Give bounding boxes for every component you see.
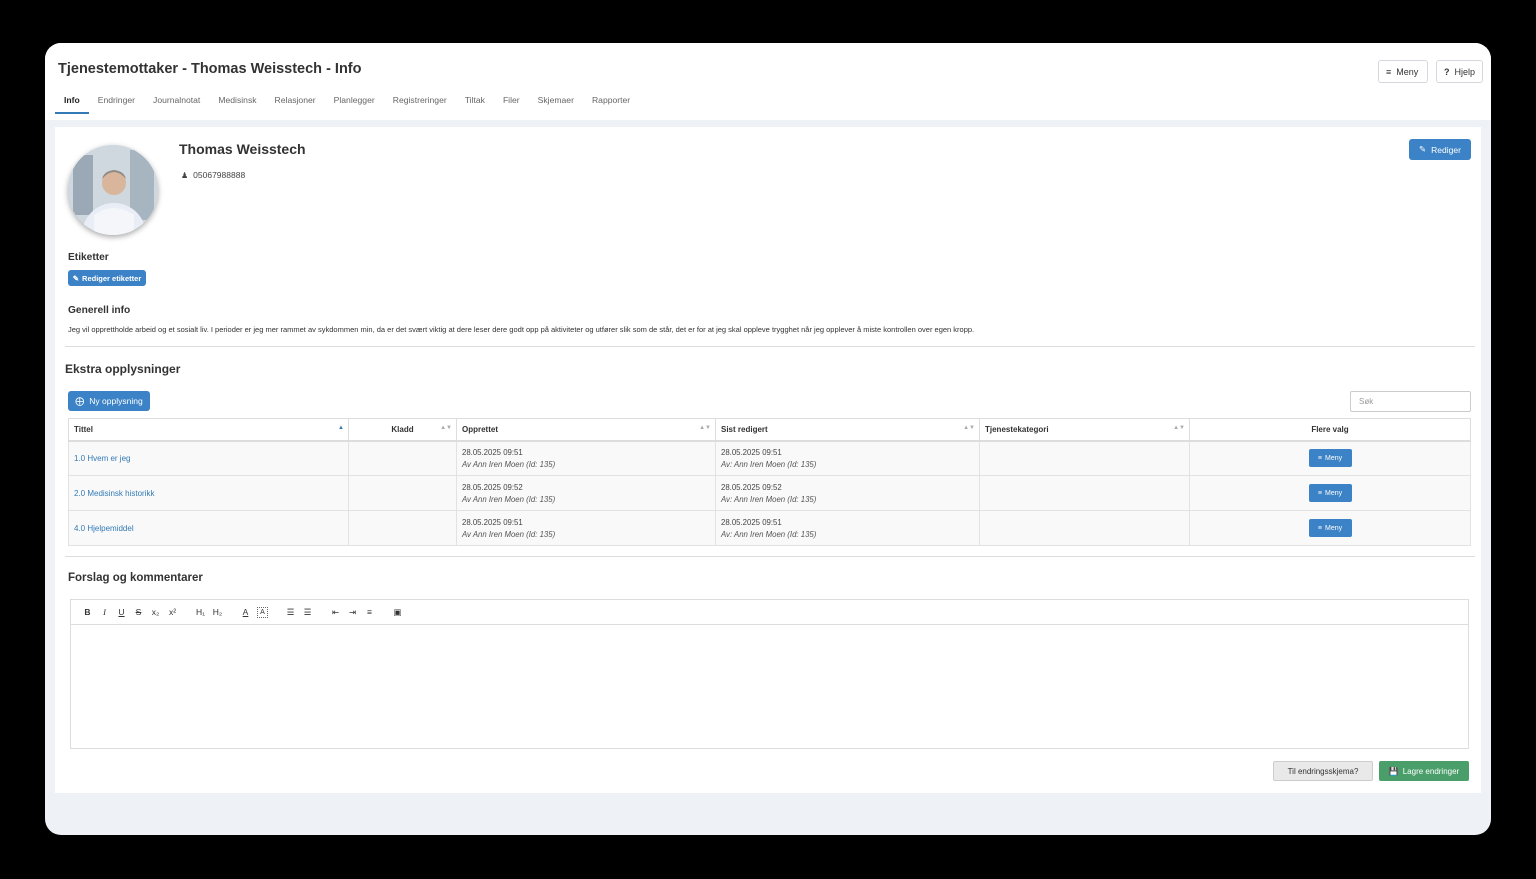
sort-icon: ▲▼: [699, 425, 711, 431]
new-info-button[interactable]: ⨁ Ny opplysning: [68, 391, 150, 411]
avatar: [68, 145, 158, 235]
client-name: Thomas Weisstech: [179, 141, 306, 157]
page-header: Tjenestemottaker - Thomas Weisstech - In…: [45, 43, 1491, 120]
table-row: 2.0 Medisinsk historikk 28.05.2025 09:52…: [68, 475, 1471, 511]
underline-button[interactable]: U: [113, 607, 130, 617]
divider: [65, 346, 1475, 347]
image-icon[interactable]: ▣: [389, 607, 406, 618]
tab-journalnotat[interactable]: Journalnotat: [144, 92, 209, 114]
tags-title: Etiketter: [68, 252, 109, 263]
category-cell: [979, 440, 1190, 476]
tab-registreringer[interactable]: Registreringer: [384, 92, 456, 114]
app-window: Tjenestemottaker - Thomas Weisstech - In…: [45, 43, 1491, 835]
italic-button[interactable]: I: [96, 607, 113, 617]
plus-circle-icon: ⨁: [75, 395, 85, 406]
draft-cell: [348, 475, 457, 511]
row-menu-button[interactable]: ≡ Meny: [1308, 449, 1352, 468]
sort-icon: ▲▼: [440, 425, 452, 431]
highlight-button[interactable]: A: [257, 606, 268, 618]
draft-cell: [348, 440, 457, 476]
floppy-icon: 💾: [1388, 766, 1399, 776]
column-header-created[interactable]: Opprettet ▲▼: [456, 418, 716, 442]
tab-planlegger[interactable]: Planlegger: [325, 92, 384, 114]
category-cell: [979, 510, 1190, 546]
phone-row: ♟ 05067988888: [181, 170, 245, 180]
user-icon: ♟: [181, 170, 189, 180]
tab-bar: Info Endringer Journalnotat Medisinsk Re…: [55, 92, 639, 114]
menu-button[interactable]: ≡ Meny: [1378, 60, 1428, 83]
change-schema-button[interactable]: Til endringsskjema?: [1273, 761, 1373, 781]
search-input[interactable]: Søk: [1350, 391, 1471, 412]
editor-textarea[interactable]: [71, 625, 1468, 748]
general-info-title: Generell info: [68, 305, 131, 316]
table-row: 4.0 Hjelpemiddel 28.05.2025 09:51 Av Ann …: [68, 510, 1471, 546]
tab-rapporter[interactable]: Rapporter: [583, 92, 639, 114]
tab-info[interactable]: Info: [55, 92, 89, 114]
tab-tiltak[interactable]: Tiltak: [456, 92, 494, 114]
edit-icon: ✎: [1419, 144, 1427, 154]
align-icon[interactable]: ≡: [361, 607, 378, 617]
draft-cell: [348, 510, 457, 546]
hamburger-icon: ≡: [1317, 489, 1322, 497]
column-header-draft[interactable]: Kladd ▲▼: [348, 418, 457, 442]
bold-button[interactable]: B: [79, 607, 96, 617]
column-header-options: Flere valg: [1189, 418, 1471, 442]
edit-profile-button[interactable]: ✎ Rediger: [1409, 139, 1471, 160]
row-menu-button[interactable]: ≡ Meny: [1308, 484, 1352, 502]
extra-info-table: Tittel ▲ Kladd ▲▼ Opprettet ▲▼ Sist rediger…: [68, 418, 1471, 546]
tab-relasjoner[interactable]: Relasjoner: [266, 92, 325, 114]
category-cell: [979, 475, 1190, 511]
ordered-list-icon[interactable]: ☰: [282, 607, 299, 618]
column-header-category[interactable]: Tjenestekategori ▲▼: [979, 418, 1190, 442]
tab-skjemaer[interactable]: Skjemaer: [529, 92, 583, 114]
hamburger-icon: ≡: [1317, 524, 1322, 532]
info-panel: Thomas Weisstech ♟ 05067988888 ✎ Rediger…: [55, 127, 1481, 793]
sort-icon: ▲▼: [963, 425, 975, 431]
heading1-button[interactable]: H₁: [192, 607, 209, 617]
question-icon: ?: [1444, 66, 1450, 77]
tab-endringer[interactable]: Endringer: [89, 92, 144, 114]
sort-icon: ▲▼: [1173, 425, 1185, 431]
pencil-icon: ✎: [72, 273, 80, 283]
editor-toolbar: B I U S x₂ x² H₁ H₂ A A ☰ ☰ ⇤ ⇥ ≡ ▣: [71, 600, 1468, 625]
phone-number: 05067988888: [193, 170, 246, 180]
rich-text-editor: B I U S x₂ x² H₁ H₂ A A ☰ ☰ ⇤ ⇥ ≡ ▣: [70, 599, 1469, 749]
superscript-button[interactable]: x²: [164, 607, 181, 617]
row-title-link[interactable]: 2.0 Medisinsk historikk: [74, 489, 154, 498]
hamburger-icon: ≡: [1317, 454, 1322, 462]
strike-button[interactable]: S: [130, 607, 147, 617]
outdent-icon[interactable]: ⇤: [327, 607, 344, 618]
row-title-link[interactable]: 4.0 Hjelpemiddel: [74, 524, 134, 533]
tab-filer[interactable]: Filer: [494, 92, 529, 114]
comments-title: Forslag og kommentarer: [68, 572, 203, 584]
device-frame: Tjenestemottaker - Thomas Weisstech - In…: [0, 0, 1536, 879]
divider: [65, 556, 1475, 557]
sort-asc-icon: ▲: [338, 425, 344, 431]
edit-tags-button[interactable]: ✎ Rediger etiketter: [68, 270, 146, 286]
text-color-button[interactable]: A: [237, 607, 254, 617]
heading2-button[interactable]: H₂: [209, 607, 226, 617]
row-menu-button[interactable]: ≡ Meny: [1308, 519, 1352, 537]
subscript-button[interactable]: x₂: [147, 607, 164, 617]
table-row: 1.0 Hvem er jeg 28.05.2025 09:51 Av Ann I…: [68, 440, 1471, 476]
column-header-edited[interactable]: Sist redigert ▲▼: [715, 418, 980, 442]
save-button[interactable]: 💾 Lagre endringer: [1379, 761, 1469, 781]
indent-icon[interactable]: ⇥: [344, 607, 361, 618]
general-info-text: Jeg vil opprettholde arbeid og et sosial…: [68, 325, 975, 334]
extra-info-title: Ekstra opplysninger: [65, 362, 181, 376]
page-title: Tjenestemottaker - Thomas Weisstech - In…: [58, 61, 362, 77]
column-header-title[interactable]: Tittel ▲: [68, 418, 349, 442]
hamburger-icon: ≡: [1386, 66, 1392, 77]
bullet-list-icon[interactable]: ☰: [299, 607, 316, 618]
tab-medisinsk[interactable]: Medisinsk: [209, 92, 265, 114]
help-button[interactable]: ? Hjelp: [1436, 60, 1483, 83]
row-title-link[interactable]: 1.0 Hvem er jeg: [74, 454, 130, 463]
